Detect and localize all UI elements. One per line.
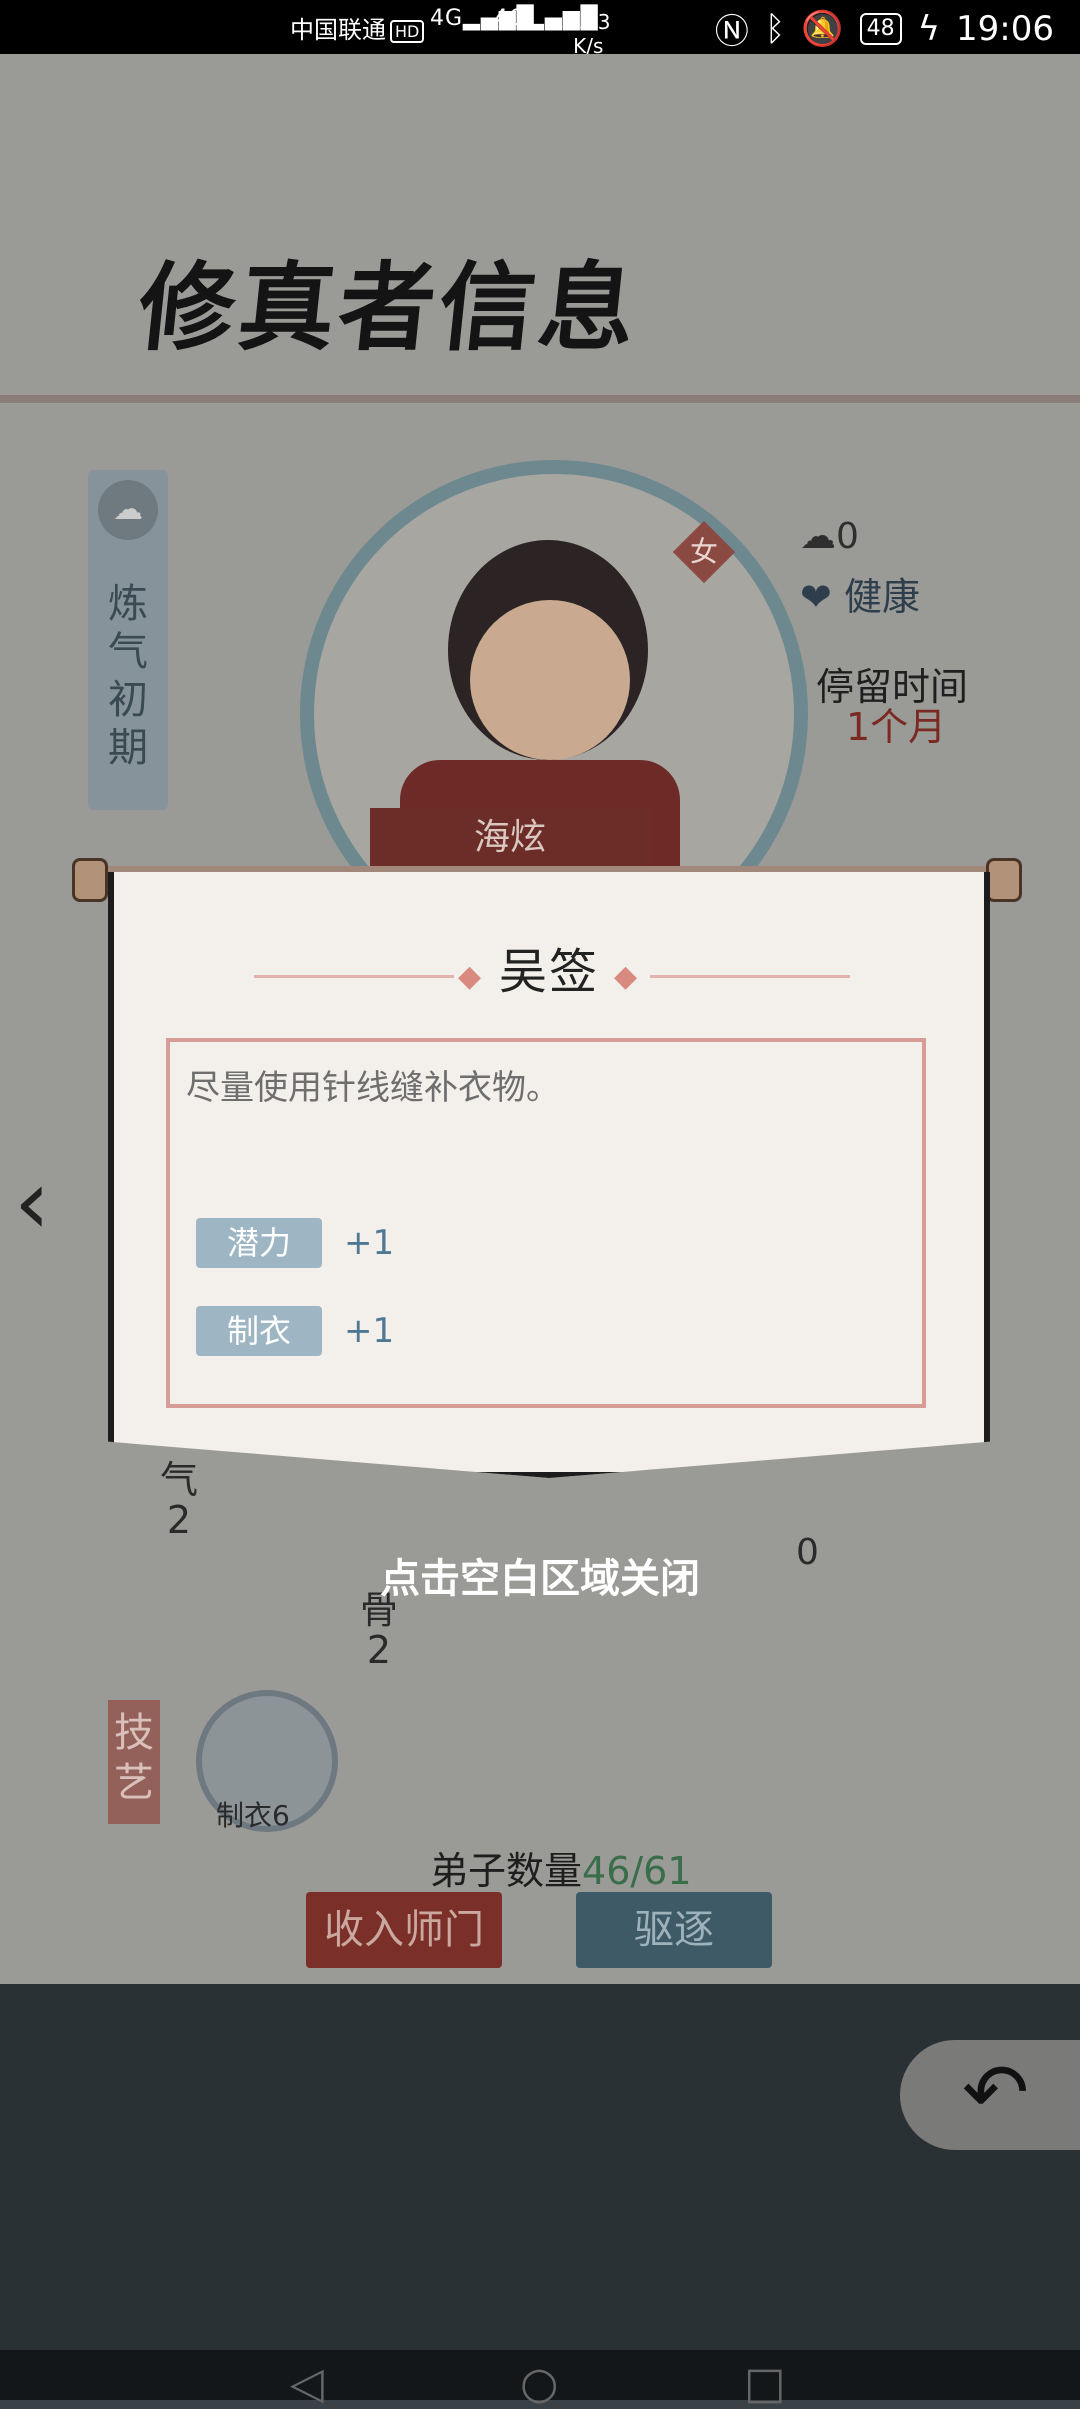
stay-time-value: 1个月 bbox=[846, 705, 947, 749]
expel-button[interactable]: 驱逐 bbox=[576, 1892, 772, 1968]
nav-recents-icon[interactable]: □ bbox=[744, 2358, 786, 2409]
nav-back-icon[interactable]: ◁ bbox=[290, 2358, 324, 2409]
bottom-area bbox=[0, 1984, 1080, 2350]
close-hint[interactable]: 点击空白区域关闭 bbox=[0, 1546, 1080, 1604]
realm-tag: ☁ 炼气初期 bbox=[88, 470, 168, 810]
bluetooth-icon: ᛒ bbox=[764, 8, 786, 49]
clock-time: 19:06 bbox=[956, 8, 1054, 49]
battery-icon: 48 bbox=[859, 12, 902, 45]
scroll-knob-right bbox=[986, 858, 1022, 902]
dialog-title: 吴签 bbox=[498, 944, 599, 1000]
health-stat: ❤ 健康 bbox=[800, 575, 920, 619]
back-arrow-icon[interactable]: ↶ bbox=[962, 2046, 1029, 2139]
luck-stat: ☁0 bbox=[800, 516, 859, 557]
effect-tag: 制衣 bbox=[196, 1306, 322, 1356]
skill-section-label: 技艺 bbox=[108, 1700, 160, 1824]
effect-row: 制衣 +1 bbox=[196, 1306, 394, 1356]
carrier-label: 中国联通 HD bbox=[290, 10, 425, 45]
luck-icon: ☁ bbox=[800, 516, 836, 557]
title-divider bbox=[0, 395, 1080, 403]
nfc-icon: Ⓝ bbox=[714, 12, 749, 52]
nav-home-icon[interactable]: ○ bbox=[520, 2358, 558, 2409]
health-icon: ❤ bbox=[800, 575, 832, 619]
effect-tag: 潜力 bbox=[196, 1218, 322, 1268]
disciple-count: 弟子数量46/61 bbox=[430, 1849, 692, 1893]
accept-disciple-button[interactable]: 收入师门 bbox=[306, 1892, 502, 1968]
character-name-banner: 海炫 bbox=[370, 808, 650, 868]
attribute-qi: 气 2 bbox=[160, 1458, 199, 1542]
effect-value: +1 bbox=[344, 1223, 395, 1263]
effect-value: +1 bbox=[344, 1311, 395, 1351]
effect-row: 潜力 +1 bbox=[196, 1218, 394, 1268]
character-face bbox=[470, 600, 630, 760]
chevron-left-icon[interactable]: ‹ bbox=[14, 1150, 50, 1255]
realm-cloud-icon: ☁ bbox=[98, 480, 158, 540]
hd-badge: HD bbox=[390, 19, 425, 43]
dialog-content: 尽量使用针线缝补衣物。 潜力 +1 制衣 +1 bbox=[166, 1038, 926, 1408]
page-title: 修真者信息 bbox=[133, 251, 646, 364]
network-speed: 33.3 K/s bbox=[566, 10, 611, 58]
event-dialog: ◆ ◆ 吴签 尽量使用针线缝补衣物。 潜力 +1 制衣 +1 bbox=[108, 872, 990, 1478]
skill-label: 制衣6 bbox=[216, 1799, 290, 1832]
mute-bell-icon: 🔕 bbox=[801, 8, 844, 49]
event-description: 尽量使用针线缝补衣物。 bbox=[186, 1068, 560, 1108]
scroll-knob-left bbox=[72, 858, 108, 902]
charging-icon: ϟ bbox=[917, 8, 941, 49]
status-bar: 中国联通 HD 4G▂▄▆█ 4G▂▄▆█ 33.3 K/s Ⓝ ᛒ 🔕 48 ϟ… bbox=[0, 0, 1080, 58]
realm-label: 炼气初期 bbox=[108, 581, 148, 771]
